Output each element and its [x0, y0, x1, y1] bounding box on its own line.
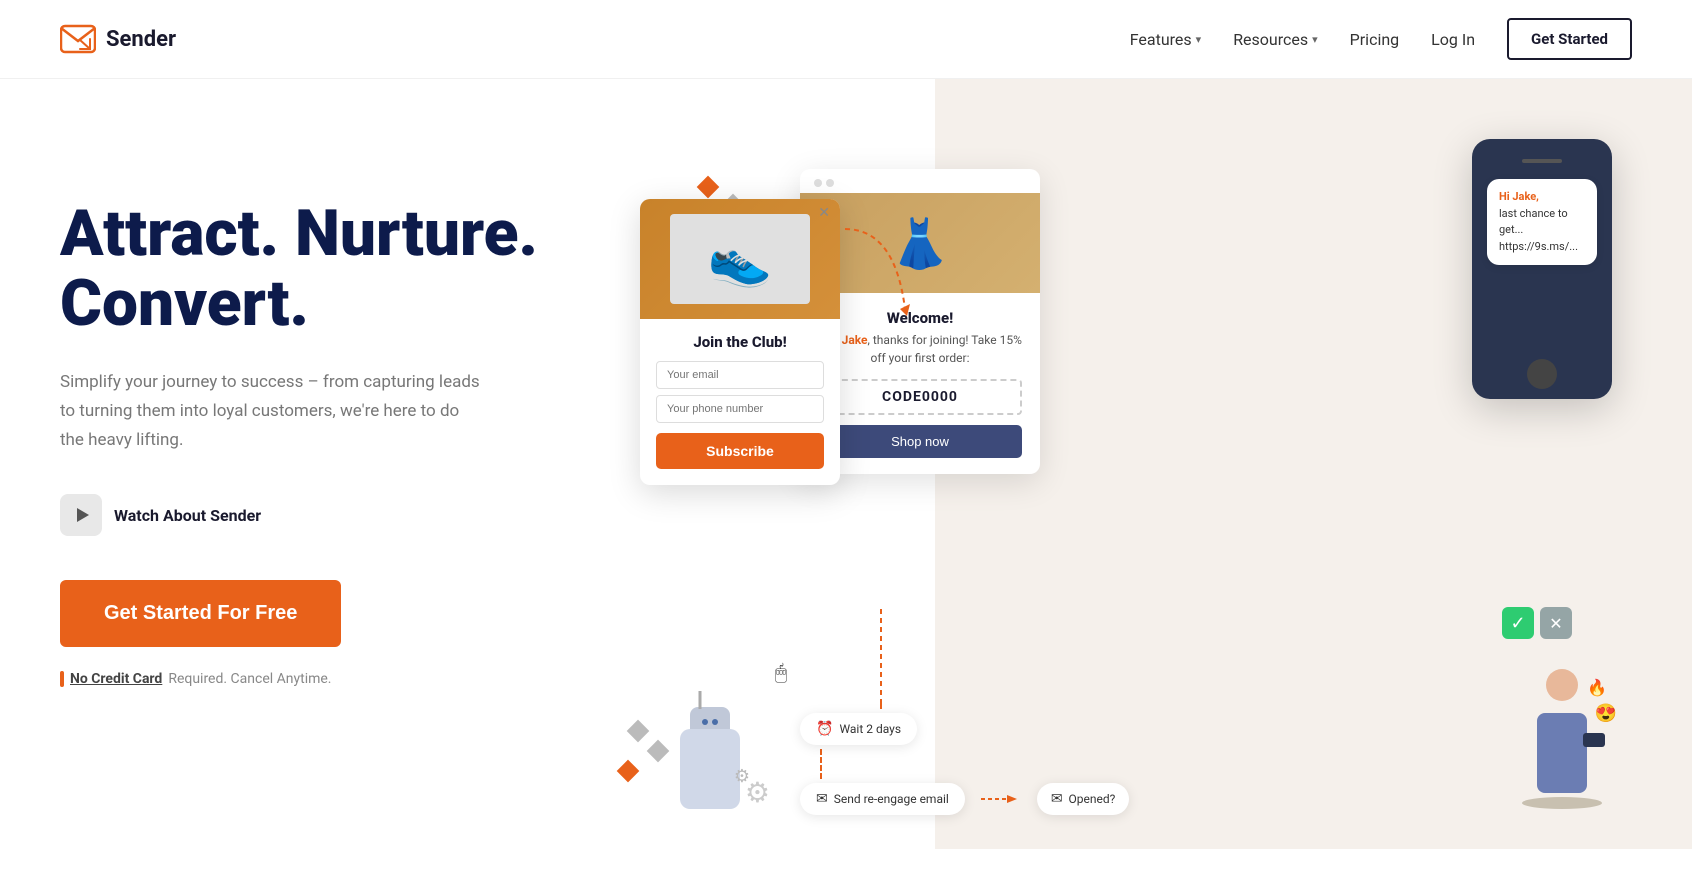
chevron-down-icon: ▾	[1312, 33, 1318, 46]
no-credit-card-note: No Credit Card Required. Cancel Anytime.	[60, 671, 580, 687]
person-body: 😍 🔥	[1537, 713, 1587, 793]
navbar: Sender Features ▾ Resources ▾ Pricing Lo…	[0, 0, 1692, 79]
logo-icon	[60, 21, 96, 57]
popup-card: 👟 ✕ Join the Club! Subscribe	[640, 199, 840, 485]
robot-antenna	[698, 691, 702, 709]
popup-subscribe-button[interactable]: Subscribe	[656, 433, 824, 469]
nav-get-started-button[interactable]: Get Started	[1507, 18, 1632, 60]
x-icon: ✕	[1540, 607, 1572, 639]
flow-line-top	[880, 609, 882, 709]
orange-bar-icon	[60, 671, 64, 687]
nav-pricing[interactable]: Pricing	[1350, 30, 1400, 49]
chevron-down-icon: ▾	[1196, 33, 1202, 46]
popup-title: Join the Club!	[656, 333, 824, 351]
logo[interactable]: Sender	[60, 21, 176, 57]
hero-headline: Attract. Nurture. Convert.	[60, 199, 580, 340]
no-cc-rest-text: Required. Cancel Anytime.	[168, 671, 331, 687]
sneaker-image: 👟	[670, 214, 810, 304]
shop-now-button[interactable]: Shop now	[818, 425, 1022, 458]
no-cc-bold-text: No Credit Card	[70, 671, 162, 687]
nav-resources[interactable]: Resources ▾	[1233, 30, 1317, 49]
play-triangle	[77, 508, 89, 522]
send-email-node: ✉ Send re-engage email	[800, 783, 965, 815]
person-shadow	[1522, 797, 1602, 809]
watch-label: Watch About Sender	[114, 506, 261, 525]
email-card-text: Hey Jake, thanks for joining! Take 15% o…	[818, 331, 1022, 367]
gear-small-icon: ⚙	[734, 766, 750, 787]
email-icon: ✉	[816, 791, 828, 807]
person-phone	[1583, 733, 1605, 747]
popup-email-input[interactable]	[656, 361, 824, 389]
popup-body: Join the Club! Subscribe	[640, 319, 840, 485]
person-head	[1546, 669, 1578, 701]
get-started-free-button[interactable]: Get Started For Free	[60, 580, 341, 647]
diamond-orange-top	[697, 176, 720, 199]
hero-section: Attract. Nurture. Convert. Simplify your…	[0, 79, 1692, 879]
email-card-header	[800, 169, 1040, 193]
logo-text: Sender	[106, 27, 176, 52]
hero-illustration: 👟 ✕ Join the Club! Subscribe 🖱	[580, 139, 1632, 839]
automation-flow: ⏰ Wait 2 days ✉ Send re-engage email ✉ O…	[800, 709, 1129, 819]
sms-phone: Hi Jake, last chance to get... https://9…	[1472, 139, 1612, 399]
opened-node: ✉ Opened?	[1037, 783, 1130, 815]
coupon-code: CODE0000	[818, 379, 1022, 415]
sms-bubble: Hi Jake, last chance to get... https://9…	[1487, 179, 1597, 265]
nav-login[interactable]: Log In	[1431, 30, 1475, 49]
diamond-gray-2	[647, 740, 670, 763]
robot-eye-right	[712, 719, 718, 725]
fire-emoji: 🔥	[1587, 678, 1607, 697]
nav-features[interactable]: Features ▾	[1130, 30, 1201, 49]
dot-1	[814, 179, 822, 187]
robot-body	[680, 729, 740, 809]
diamond-orange-bottom	[617, 760, 640, 783]
phone-speaker	[1522, 159, 1562, 163]
dot-2	[826, 179, 834, 187]
clock-icon: ⏰	[816, 721, 833, 737]
phone-home-button	[1527, 359, 1557, 389]
flow-arrow	[981, 791, 1021, 807]
check-icon: ✓	[1502, 607, 1534, 639]
popup-phone-input[interactable]	[656, 395, 824, 423]
envelope-icon: ✉	[1051, 791, 1063, 807]
popup-close-icon[interactable]: ✕	[818, 205, 830, 221]
heart-emoji: 😍	[1595, 703, 1617, 724]
popup-image: 👟 ✕	[640, 199, 840, 319]
cursor-icon: 🖱	[775, 660, 787, 684]
robot-eye-left	[702, 719, 708, 725]
person-illustration: 😍 🔥	[1522, 669, 1602, 809]
nav-links: Features ▾ Resources ▾ Pricing Log In Ge…	[1130, 18, 1632, 60]
wait-node: ⏰ Wait 2 days	[800, 713, 917, 745]
dashed-arrow	[835, 219, 915, 319]
hero-subtext: Simplify your journey to success – from …	[60, 368, 480, 455]
robot-area: ⚙ ⚙	[680, 729, 740, 809]
hero-left: Attract. Nurture. Convert. Simplify your…	[60, 139, 580, 687]
action-icons: ✓ ✕	[1502, 607, 1572, 639]
flow-row: ✉ Send re-engage email ✉ Opened?	[800, 779, 1129, 819]
diamond-gray-3	[627, 720, 650, 743]
flow-dashed-line	[820, 749, 822, 779]
watch-button[interactable]: Watch About Sender	[60, 494, 580, 536]
play-icon	[60, 494, 102, 536]
